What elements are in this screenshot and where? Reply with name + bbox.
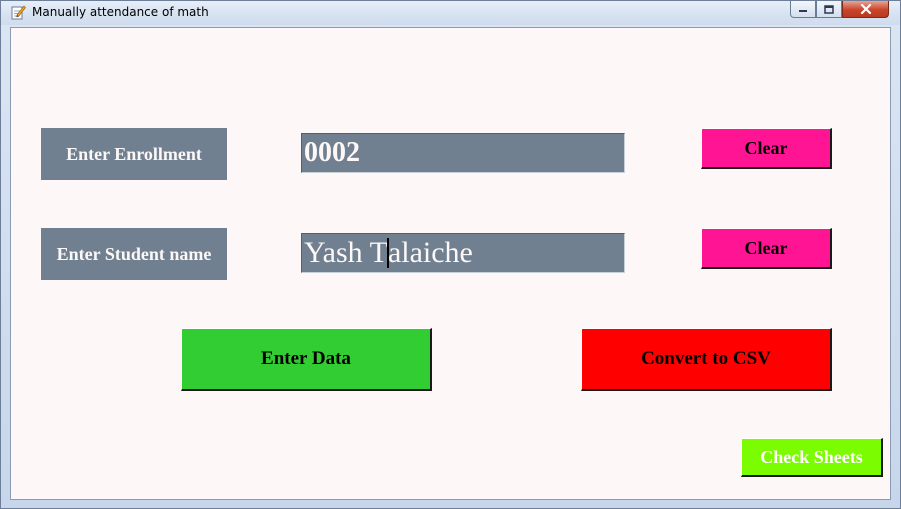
minimize-button[interactable] bbox=[790, 1, 816, 18]
student-name-input[interactable]: Yash Talaiche bbox=[301, 233, 625, 273]
student-name-input-value-before-caret: Yash T bbox=[304, 236, 388, 269]
app-window: Manually attendance of math Enter Enroll… bbox=[0, 0, 901, 509]
maximize-icon bbox=[824, 4, 834, 14]
title-bar[interactable]: Manually attendance of math bbox=[1, 1, 900, 25]
notepad-pencil-icon bbox=[11, 5, 26, 20]
window-title: Manually attendance of math bbox=[32, 5, 209, 19]
enter-data-button[interactable]: Enter Data bbox=[181, 328, 432, 391]
clear-name-button[interactable]: Clear bbox=[701, 228, 832, 269]
minimize-icon bbox=[799, 10, 807, 12]
maximize-button[interactable] bbox=[816, 1, 842, 18]
enrollment-input[interactable]: 0002 bbox=[301, 133, 625, 173]
convert-to-csv-button[interactable]: Convert to CSV bbox=[581, 328, 832, 391]
enrollment-input-value: 0002 bbox=[304, 137, 360, 168]
check-sheets-button[interactable]: Check Sheets bbox=[741, 438, 883, 477]
close-button[interactable] bbox=[842, 1, 889, 18]
clear-enrollment-button[interactable]: Clear bbox=[701, 128, 832, 169]
client-area: Enter Enrollment 0002 Clear Enter Studen… bbox=[10, 27, 891, 500]
student-name-input-value-after-caret: alaiche bbox=[387, 236, 473, 269]
close-icon bbox=[860, 4, 871, 14]
enrollment-label: Enter Enrollment bbox=[41, 128, 227, 180]
student-name-label: Enter Student name bbox=[41, 228, 227, 280]
